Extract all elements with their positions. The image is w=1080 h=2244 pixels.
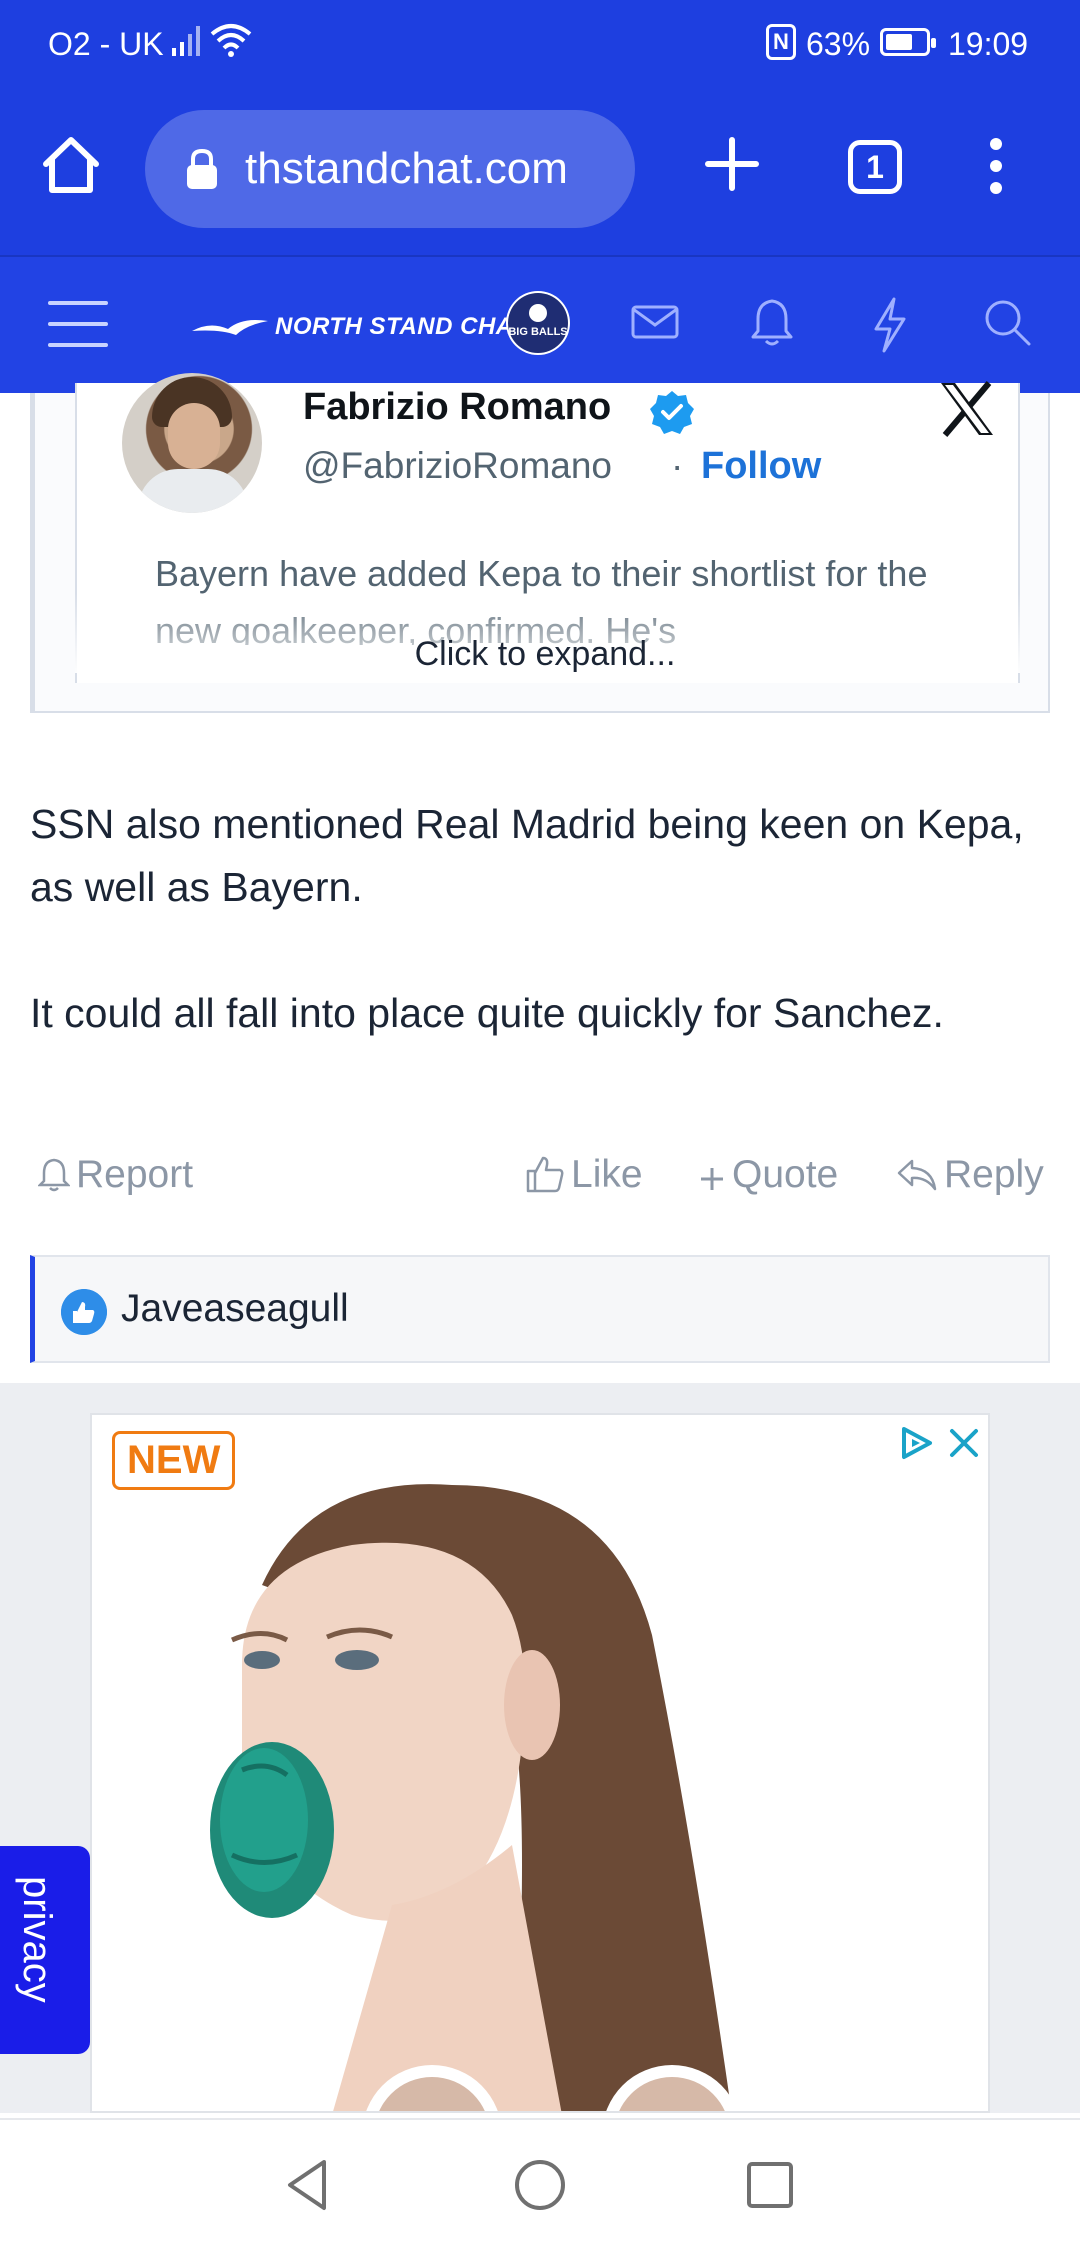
- plus-icon: [701, 1168, 723, 1190]
- quote-block: Fabrizio Romano @FabrizioRomano · Follow…: [30, 373, 1050, 713]
- lock-icon: [187, 148, 217, 189]
- advertisement-area: NEW: [0, 1383, 1080, 2113]
- logo-text: NORTH STAND CHAT: [275, 313, 527, 340]
- wifi-icon: [210, 24, 252, 57]
- report-label: Report: [76, 1153, 194, 1196]
- quote-label: Quote: [732, 1153, 839, 1196]
- x-logo-icon[interactable]: [937, 381, 997, 437]
- post-paragraph: SSN also mentioned Real Madrid being kee…: [30, 801, 1024, 910]
- bell-icon: [36, 1158, 72, 1192]
- like-reaction-icon: [61, 1289, 107, 1335]
- home-icon[interactable]: [38, 132, 104, 198]
- badge-text: BIG BALLS: [508, 326, 568, 338]
- reply-label: Reply: [944, 1153, 1044, 1196]
- site-navigation: NORTH STAND CHAT BIG BALLS: [0, 255, 1080, 393]
- back-icon[interactable]: [272, 2150, 342, 2220]
- bell-icon[interactable]: [750, 297, 794, 349]
- signal-icon: [172, 26, 200, 56]
- reply-button[interactable]: Reply: [896, 1153, 1044, 1197]
- home-circle-icon[interactable]: [505, 2150, 575, 2220]
- new-tab-icon[interactable]: [700, 132, 764, 196]
- privacy-label: privacy: [15, 1876, 59, 2003]
- badge-emblem-icon: [508, 293, 568, 353]
- thumbs-up-icon: [526, 1156, 564, 1193]
- quote-button[interactable]: Quote: [698, 1153, 838, 1197]
- site-logo[interactable]: NORTH STAND CHAT: [190, 307, 526, 347]
- nfc-icon: N: [766, 24, 796, 60]
- big-balls-badge[interactable]: BIG BALLS: [506, 291, 570, 355]
- mail-icon[interactable]: [630, 297, 680, 347]
- clock: 19:09: [948, 26, 1029, 62]
- privacy-button[interactable]: privacy: [0, 1846, 90, 2054]
- recents-icon[interactable]: [735, 2150, 805, 2220]
- click-to-expand-link[interactable]: Click to expand...: [35, 635, 1055, 674]
- advertisement[interactable]: NEW: [90, 1413, 990, 2113]
- post-paragraph: It could all fall into place quite quick…: [30, 990, 944, 1036]
- seagull-icon: [192, 320, 268, 335]
- avatar[interactable]: [122, 373, 262, 513]
- url-text: thstandchat.com: [245, 144, 568, 193]
- lightning-icon[interactable]: [872, 297, 908, 353]
- reactions-bar[interactable]: Javeaseagull: [30, 1255, 1050, 1363]
- post-actions: Report Like Quote Reply: [0, 1153, 1080, 1213]
- tweet-author-name[interactable]: Fabrizio Romano: [303, 386, 611, 429]
- carrier-label: O2 - UK: [48, 26, 164, 62]
- battery-percent: 63%: [806, 26, 871, 62]
- browser-toolbar: thstandchat.com 1: [0, 90, 1080, 255]
- like-button[interactable]: Like: [525, 1153, 643, 1197]
- battery-icon: [880, 28, 936, 56]
- status-bar: O2 - UK N 63% 19:09: [0, 0, 1080, 90]
- like-label: Like: [571, 1153, 643, 1196]
- verified-badge-icon: [650, 391, 694, 434]
- separator-dot: ·: [671, 445, 684, 486]
- tweet-author-handle[interactable]: @FabrizioRomano: [303, 445, 612, 487]
- post-body: SSN also mentioned Real Madrid being kee…: [30, 793, 1050, 1108]
- close-ad-icon[interactable]: [944, 1423, 984, 1463]
- system-navigation-bar: [0, 2118, 1080, 2244]
- ad-new-badge: NEW: [112, 1431, 236, 1490]
- reply-arrow-icon: [897, 1159, 937, 1191]
- follow-link[interactable]: Follow: [701, 445, 821, 488]
- reaction-username[interactable]: Javeaseagull: [121, 1287, 349, 1331]
- search-icon[interactable]: [982, 297, 1032, 347]
- hamburger-menu-icon[interactable]: [48, 299, 108, 349]
- ad-choices-icon[interactable]: [896, 1423, 936, 1463]
- tab-switcher-button[interactable]: 1: [848, 140, 902, 194]
- more-menu-icon[interactable]: [976, 134, 1016, 198]
- ad-product-image: [210, 1484, 738, 2111]
- report-button[interactable]: Report: [36, 1153, 194, 1197]
- address-bar[interactable]: thstandchat.com: [145, 110, 635, 228]
